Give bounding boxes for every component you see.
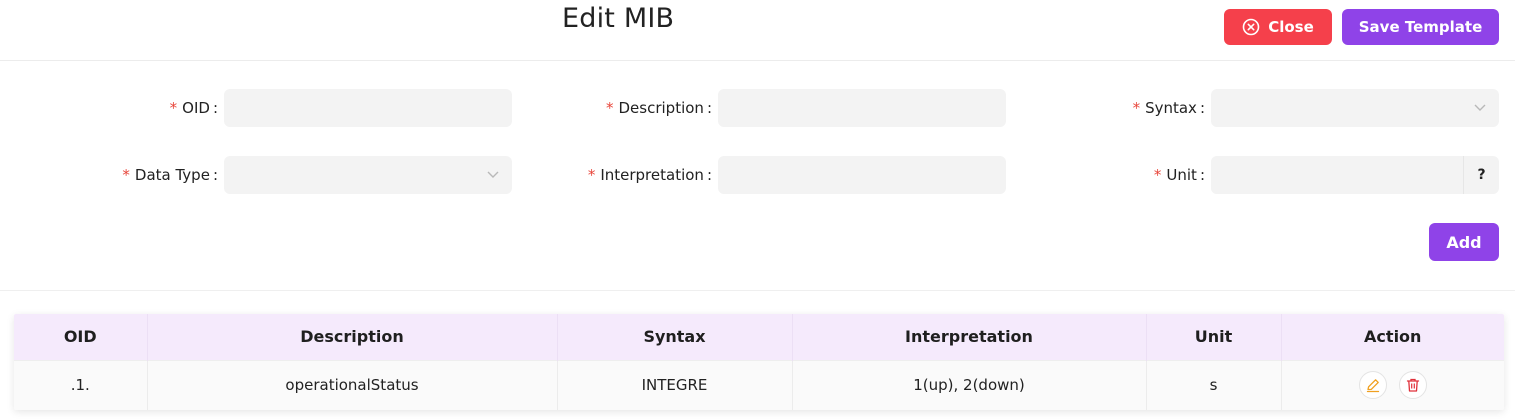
required-marker: * <box>587 166 596 184</box>
cell-oid: .1. <box>14 359 148 410</box>
close-circle-icon <box>1242 18 1260 36</box>
mib-table: OID Description Syntax Interpretation Un… <box>14 314 1504 410</box>
cell-syntax: INTEGRE <box>557 359 793 410</box>
column-header-description: Description <box>147 314 558 360</box>
column-header-unit: Unit <box>1146 314 1282 360</box>
interpretation-input[interactable] <box>718 156 1006 194</box>
oid-label: * OID: <box>169 99 218 117</box>
syntax-label: * Syntax: <box>1132 99 1205 117</box>
chevron-down-icon <box>487 171 499 178</box>
close-button-label: Close <box>1268 18 1314 36</box>
unit-input[interactable] <box>1211 156 1463 194</box>
description-label: * Description: <box>606 99 712 117</box>
data-type-label: * Data Type: <box>122 166 218 184</box>
unit-help-button[interactable]: ? <box>1463 156 1499 194</box>
oid-input[interactable] <box>224 89 512 127</box>
column-header-oid: OID <box>14 314 148 360</box>
delete-row-button[interactable] <box>1398 371 1427 400</box>
trash-icon <box>1406 379 1419 392</box>
unit-field: ? <box>1211 156 1499 194</box>
column-header-interpretation: Interpretation <box>792 314 1147 360</box>
page-header: Edit MIB Close Save Template <box>0 0 1515 61</box>
column-header-action: Action <box>1281 314 1504 360</box>
edit-row-button[interactable] <box>1358 371 1387 400</box>
save-template-button[interactable]: Save Template <box>1342 9 1499 45</box>
interpretation-label: * Interpretation: <box>587 166 712 184</box>
syntax-select[interactable] <box>1211 89 1499 127</box>
cell-interpretation: 1(up), 2(down) <box>792 359 1147 410</box>
required-marker: * <box>1153 166 1162 184</box>
table-row: .1. operationalStatus INTEGRE 1(up), 2(d… <box>14 359 1504 410</box>
required-marker: * <box>606 99 614 117</box>
cell-action <box>1281 359 1504 410</box>
table-header-row: OID Description Syntax Interpretation Un… <box>14 314 1504 360</box>
required-marker: * <box>122 166 130 184</box>
cell-unit: s <box>1146 359 1282 410</box>
required-marker: * <box>169 99 178 117</box>
required-marker: * <box>1132 99 1141 117</box>
edit-icon <box>1366 379 1379 393</box>
data-type-select[interactable] <box>224 156 512 194</box>
description-input[interactable] <box>718 89 1006 127</box>
column-header-syntax: Syntax <box>557 314 793 360</box>
page-title: Edit MIB <box>562 3 675 34</box>
close-button[interactable]: Close <box>1224 9 1332 45</box>
cell-description: operationalStatus <box>147 359 558 410</box>
add-button[interactable]: Add <box>1429 223 1499 261</box>
unit-label: * Unit: <box>1153 166 1205 184</box>
section-divider <box>0 290 1515 291</box>
chevron-down-icon <box>1474 104 1486 111</box>
